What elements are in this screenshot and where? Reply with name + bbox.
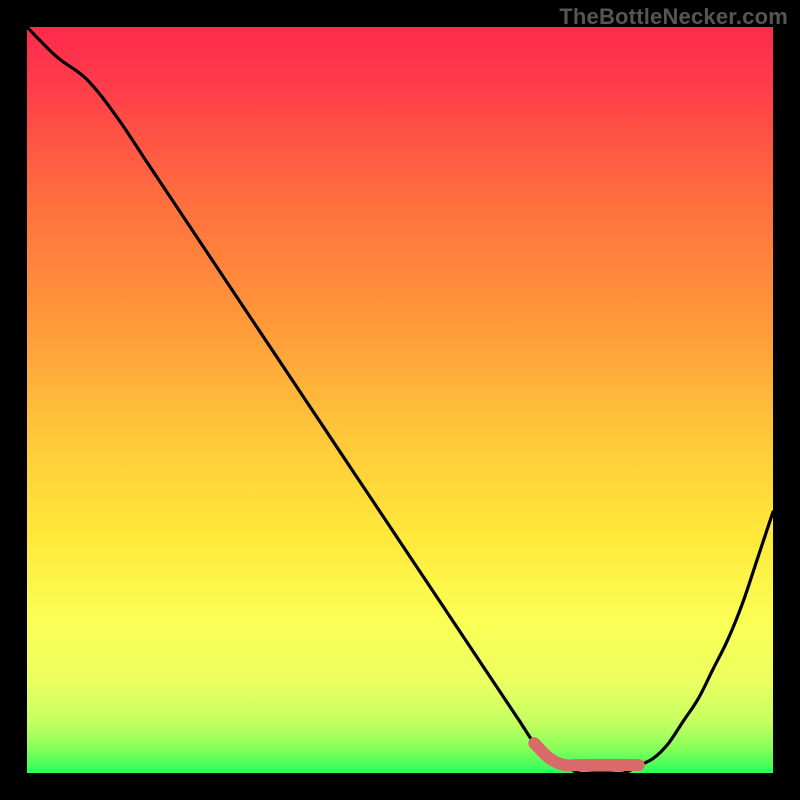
chart-frame: TheBottleNecker.com — [0, 0, 800, 800]
chart-plot — [27, 27, 773, 773]
gradient-background — [27, 27, 773, 773]
watermark-text: TheBottleNecker.com — [559, 4, 788, 30]
